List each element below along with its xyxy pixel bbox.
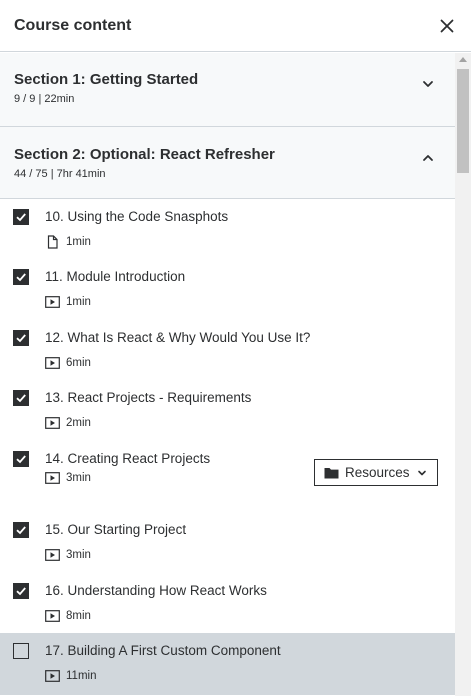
- lecture-duration: 6min: [66, 357, 91, 369]
- check-icon: [16, 455, 26, 464]
- video-icon: [45, 357, 60, 369]
- lecture-item[interactable]: 11. Module Introduction 1min: [0, 259, 455, 320]
- lecture-duration: 3min: [66, 549, 91, 561]
- lecture-title: 12. What Is React & Why Would You Use It…: [45, 330, 311, 345]
- check-icon: [16, 587, 26, 596]
- completed-checkbox[interactable]: [13, 583, 29, 599]
- panel-title: Course content: [14, 16, 132, 34]
- lecture-item[interactable]: 12. What Is React & Why Would You Use It…: [0, 320, 455, 380]
- panel-header: Course content: [0, 0, 471, 52]
- lecture-meta: 8min: [45, 609, 91, 623]
- check-icon: [16, 273, 26, 282]
- section-title: Section 1: Getting Started: [14, 71, 199, 88]
- chevron-up-icon: [423, 155, 433, 161]
- close-button[interactable]: [437, 16, 457, 36]
- lecture-title: 15. Our Starting Project: [45, 522, 187, 537]
- close-icon: [440, 19, 454, 32]
- lecture-title: 10. Using the Code Snasphots: [45, 209, 229, 224]
- lecture-duration: 11min: [66, 670, 97, 682]
- resources-label: Resources: [345, 465, 410, 480]
- course-content-list[interactable]: Section 1: Getting Started 9 / 9 | 22min…: [0, 53, 455, 696]
- lecture-item[interactable]: 13. React Projects - Requirements 2min: [0, 380, 455, 441]
- lecture-item[interactable]: 10. Using the Code Snasphots 1min: [0, 199, 455, 259]
- section-header-2[interactable]: Section 2: Optional: React Refresher 44 …: [0, 127, 455, 199]
- video-icon: [45, 472, 60, 484]
- lecture-item-current[interactable]: 17. Building A First Custom Component 11…: [0, 633, 455, 695]
- lecture-meta: 2min: [45, 416, 91, 430]
- completed-checkbox[interactable]: [13, 451, 29, 467]
- incomplete-checkbox[interactable]: [13, 643, 29, 659]
- section-title: Section 2: Optional: React Refresher: [14, 146, 275, 163]
- lecture-item[interactable]: 16. Understanding How React Works 8min: [0, 573, 455, 633]
- video-icon: [45, 296, 60, 308]
- completed-checkbox[interactable]: [13, 330, 29, 346]
- check-icon: [16, 213, 26, 222]
- lecture-title: 11. Module Introduction: [45, 269, 186, 284]
- chevron-down-icon: [417, 470, 426, 475]
- check-icon: [16, 394, 26, 403]
- completed-checkbox[interactable]: [13, 209, 29, 225]
- lecture-duration: 1min: [66, 236, 91, 248]
- lecture-duration: 8min: [66, 610, 91, 622]
- lecture-meta: 11min: [45, 669, 96, 683]
- lecture-meta: 3min: [45, 471, 91, 485]
- video-icon: [45, 670, 60, 682]
- resources-dropdown-button[interactable]: Resources: [314, 459, 438, 486]
- completed-checkbox[interactable]: [13, 522, 29, 538]
- completed-checkbox[interactable]: [13, 390, 29, 406]
- video-icon: [45, 610, 60, 622]
- lecture-title: 16. Understanding How React Works: [45, 583, 267, 598]
- lecture-item[interactable]: 14. Creating React Projects 3min Resourc…: [0, 441, 455, 512]
- lecture-duration: 2min: [66, 417, 91, 429]
- scrollbar-thumb[interactable]: [457, 69, 469, 173]
- section-header-1[interactable]: Section 1: Getting Started 9 / 9 | 22min: [0, 53, 455, 127]
- lecture-title: 14. Creating React Projects: [45, 451, 211, 466]
- lecture-meta: 6min: [45, 356, 91, 370]
- chevron-down-icon: [423, 81, 433, 87]
- lecture-title: 13. React Projects - Requirements: [45, 390, 252, 405]
- folder-icon: [324, 467, 339, 478]
- completed-checkbox[interactable]: [13, 269, 29, 285]
- section-progress: 9 / 9 | 22min: [14, 93, 75, 105]
- section-progress: 44 / 75 | 7hr 41min: [14, 168, 106, 180]
- lecture-duration: 3min: [66, 472, 91, 484]
- lecture-meta: 1min: [45, 235, 91, 249]
- video-icon: [45, 549, 60, 561]
- lecture-title: 17. Building A First Custom Component: [45, 643, 281, 658]
- lecture-meta: 1min: [45, 295, 91, 309]
- video-icon: [45, 417, 60, 429]
- check-icon: [16, 334, 26, 343]
- check-icon: [16, 526, 26, 535]
- scrollbar[interactable]: [455, 53, 471, 696]
- file-icon: [47, 235, 58, 249]
- lecture-duration: 1min: [66, 296, 91, 308]
- scroll-up-arrow-icon[interactable]: [459, 57, 467, 62]
- lecture-item[interactable]: 15. Our Starting Project 3min: [0, 512, 455, 573]
- lecture-meta: 3min: [45, 548, 91, 562]
